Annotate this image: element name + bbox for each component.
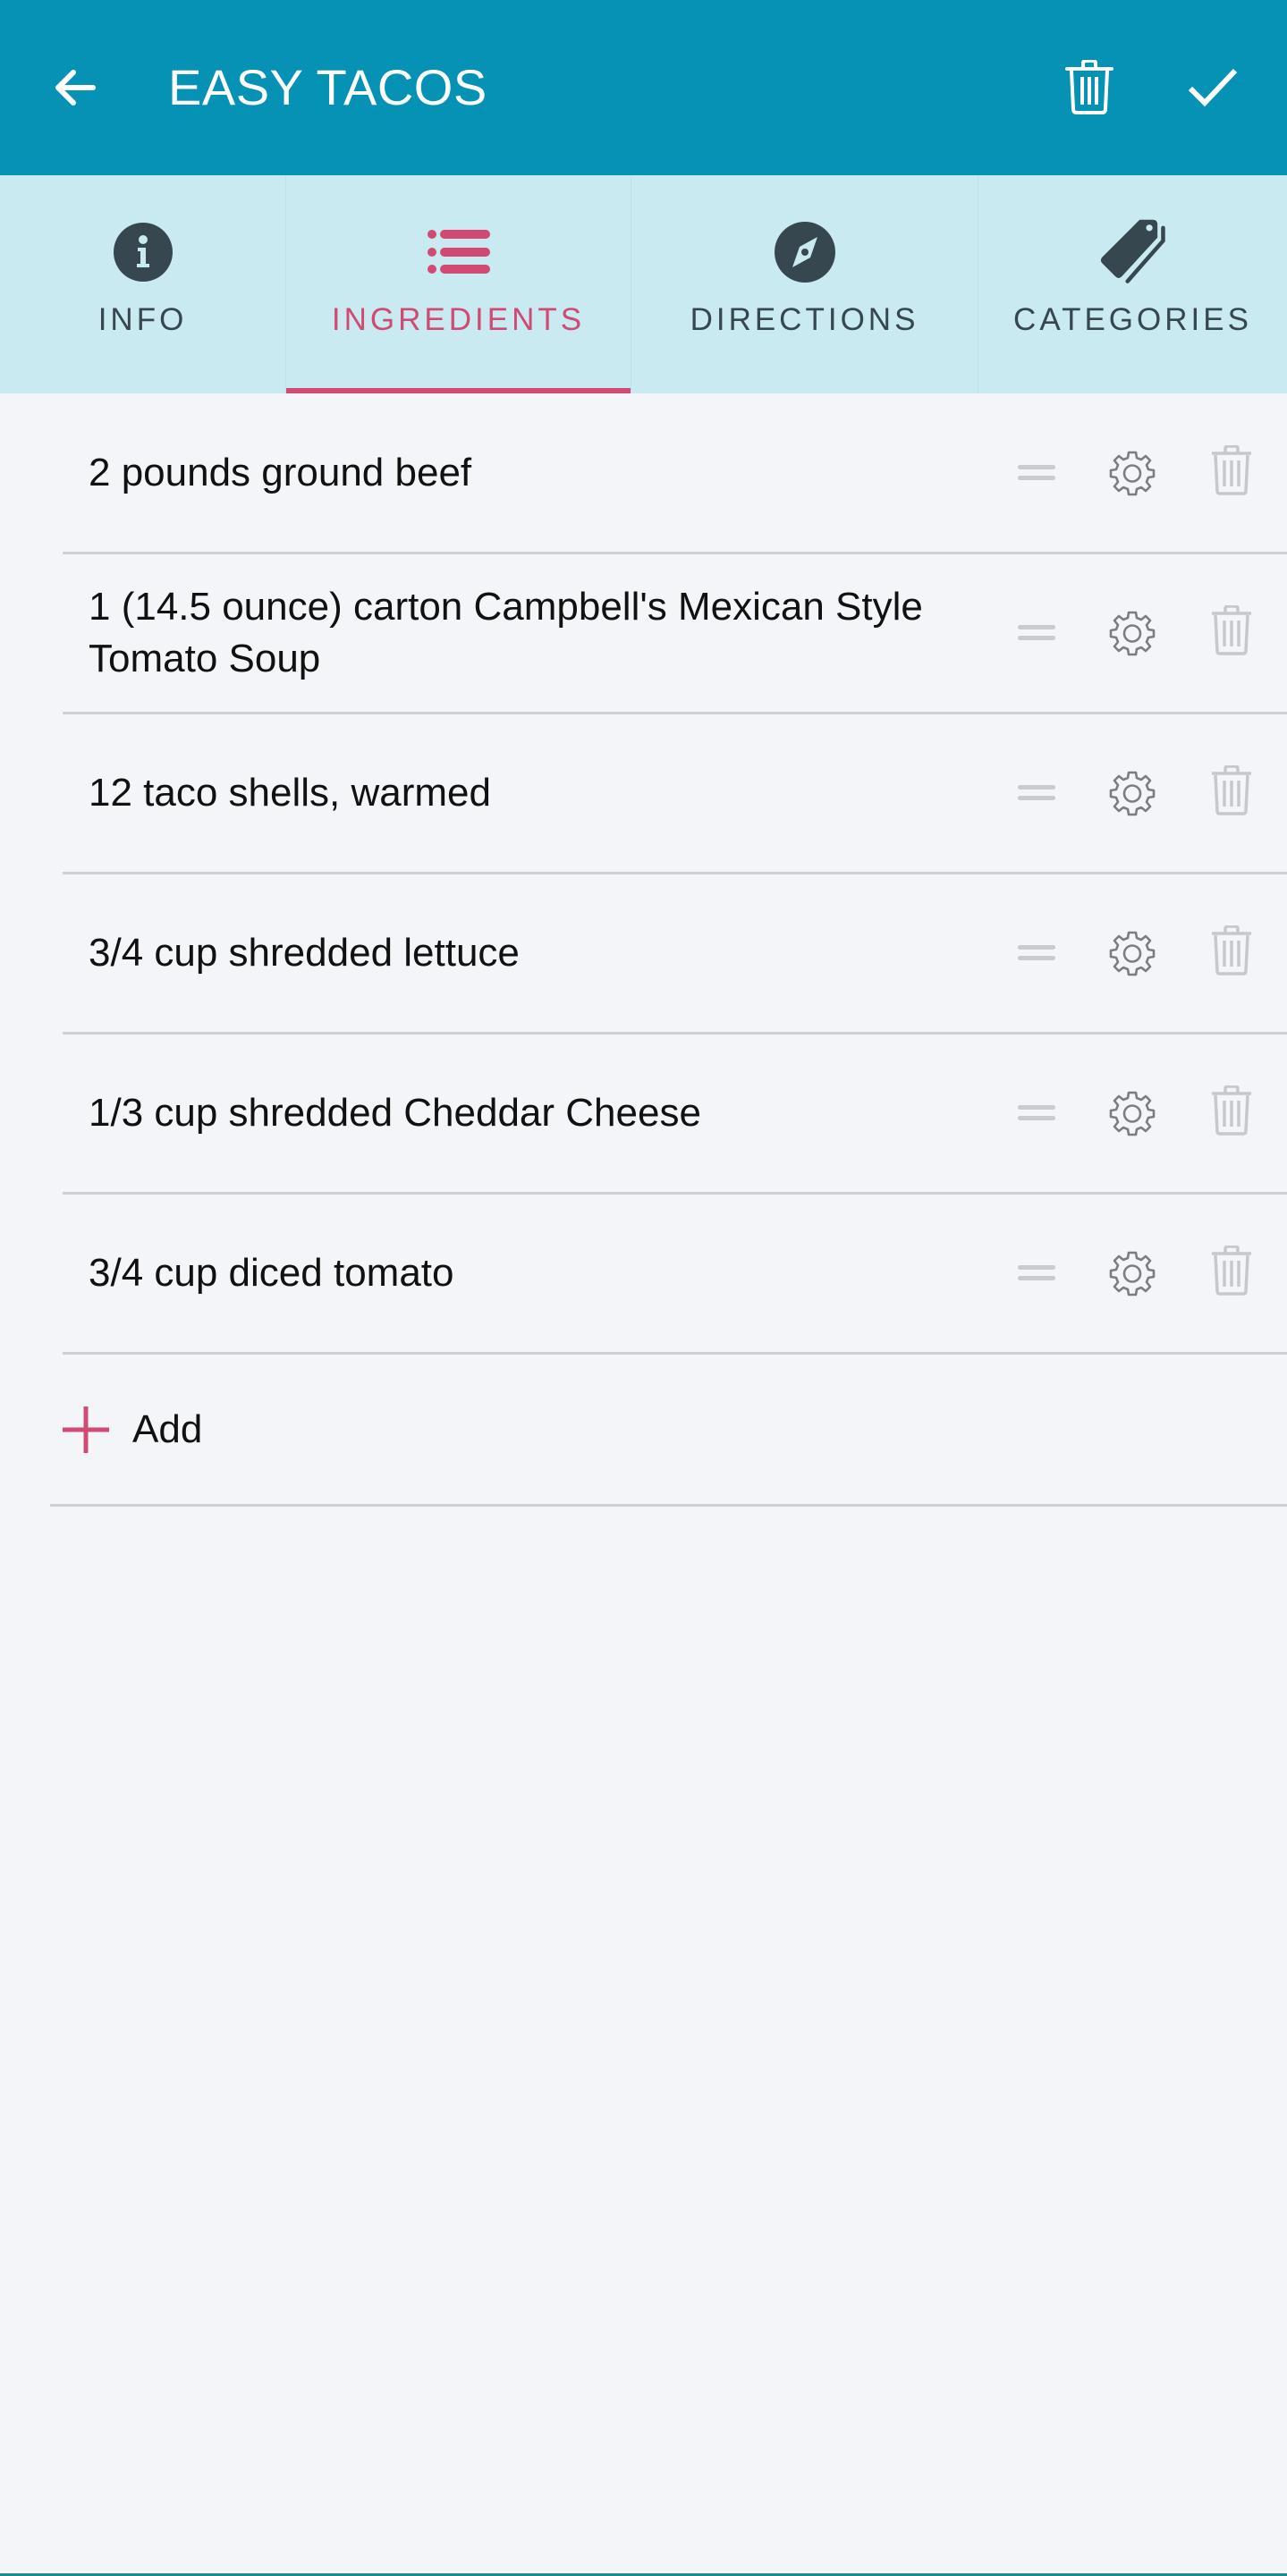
ingredient-row[interactable]: 1 (14.5 ounce) carton Campbell's Mexican… [63, 554, 1287, 714]
ingredient-row[interactable]: 3/4 cup shredded lettuce [63, 874, 1287, 1035]
plus-icon [63, 1406, 109, 1453]
ingredient-row[interactable]: 1/3 cup shredded Cheddar Cheese [63, 1035, 1287, 1195]
ingredient-text[interactable]: 3/4 cup shredded lettuce [63, 927, 1002, 979]
drag-handle[interactable] [1010, 926, 1063, 980]
gear-icon [1109, 451, 1156, 495]
drag-handle[interactable] [1010, 1086, 1063, 1140]
tab-bar: INFO INGREDIENTS DIRECTIONS CATEGORIES [0, 175, 1287, 393]
tab-label: INGREDIENTS [331, 302, 586, 337]
ingredient-text[interactable]: 1 (14.5 ounce) carton Campbell's Mexican… [63, 581, 1002, 685]
ingredient-text[interactable]: 2 pounds ground beef [63, 447, 1002, 499]
recipe-editor-screen: EASY TACOS INFO INGREDIENTS DIRECTIONS C… [0, 0, 1287, 2576]
trash-icon [1212, 765, 1251, 815]
drag-handle[interactable] [1010, 1246, 1063, 1300]
tab-label: INFO [97, 302, 188, 337]
add-label: Add [132, 1406, 203, 1451]
trash-icon [1212, 444, 1251, 495]
check-icon [1188, 68, 1238, 107]
compass-icon [771, 218, 839, 286]
add-ingredient-button[interactable]: Add [50, 1355, 1287, 1507]
delete-ingredient-button[interactable] [1205, 1079, 1258, 1142]
trash-icon [1212, 605, 1251, 655]
ingredient-settings-button[interactable] [1105, 446, 1159, 500]
gear-icon [1109, 771, 1156, 816]
delete-recipe-button[interactable] [1054, 52, 1125, 123]
gear-icon [1109, 1251, 1156, 1296]
gear-icon [1109, 931, 1156, 976]
drag-handle-icon [1018, 625, 1055, 640]
trash-icon [1065, 60, 1113, 114]
ingredient-text[interactable]: 3/4 cup diced tomato [63, 1247, 1002, 1299]
tab-info[interactable]: INFO [0, 175, 286, 393]
delete-ingredient-button[interactable] [1205, 599, 1258, 662]
app-bar: EASY TACOS [0, 0, 1287, 175]
info-circle-icon [109, 218, 177, 286]
trash-icon [1212, 925, 1251, 976]
back-button[interactable] [39, 52, 111, 123]
ingredient-settings-button[interactable] [1105, 1246, 1159, 1300]
drag-handle-icon [1018, 945, 1055, 960]
drag-handle-icon [1018, 464, 1055, 480]
delete-ingredient-button[interactable] [1205, 759, 1258, 822]
ingredient-row[interactable]: 3/4 cup diced tomato [63, 1195, 1287, 1355]
drag-handle-icon [1018, 785, 1055, 800]
arrow-left-icon [55, 70, 96, 106]
tab-label: DIRECTIONS [690, 302, 919, 337]
save-button[interactable] [1177, 52, 1249, 123]
tab-categories[interactable]: CATEGORIES [978, 175, 1287, 393]
tab-directions[interactable]: DIRECTIONS [631, 175, 978, 393]
drag-handle-icon [1018, 1105, 1055, 1120]
gear-icon [1109, 611, 1156, 656]
trash-icon [1212, 1246, 1251, 1296]
ingredient-settings-button[interactable] [1105, 606, 1159, 660]
tab-ingredients[interactable]: INGREDIENTS [286, 175, 631, 393]
ingredient-settings-button[interactable] [1105, 766, 1159, 820]
gear-icon [1109, 1091, 1156, 1136]
ingredient-text[interactable]: 1/3 cup shredded Cheddar Cheese [63, 1087, 1002, 1139]
drag-handle[interactable] [1010, 606, 1063, 660]
delete-ingredient-button[interactable] [1205, 919, 1258, 982]
page-title: EASY TACOS [168, 59, 487, 115]
ingredient-settings-button[interactable] [1105, 1086, 1159, 1140]
drag-handle-icon [1018, 1265, 1055, 1280]
ingredient-row[interactable]: 12 taco shells, warmed [63, 714, 1287, 874]
ingredient-row[interactable]: 2 pounds ground beef [63, 393, 1287, 554]
delete-ingredient-button[interactable] [1205, 439, 1258, 502]
tags-icon [1099, 218, 1167, 286]
ingredient-text[interactable]: 12 taco shells, warmed [63, 767, 1002, 819]
trash-icon [1212, 1085, 1251, 1136]
list-icon [425, 218, 493, 286]
tab-label: CATEGORIES [1013, 302, 1252, 337]
delete-ingredient-button[interactable] [1205, 1239, 1258, 1302]
ingredient-settings-button[interactable] [1105, 926, 1159, 980]
drag-handle[interactable] [1010, 766, 1063, 820]
ingredient-list: 2 pounds ground beef 1 (14.5 ounce) cart… [0, 393, 1287, 1507]
drag-handle[interactable] [1010, 446, 1063, 500]
